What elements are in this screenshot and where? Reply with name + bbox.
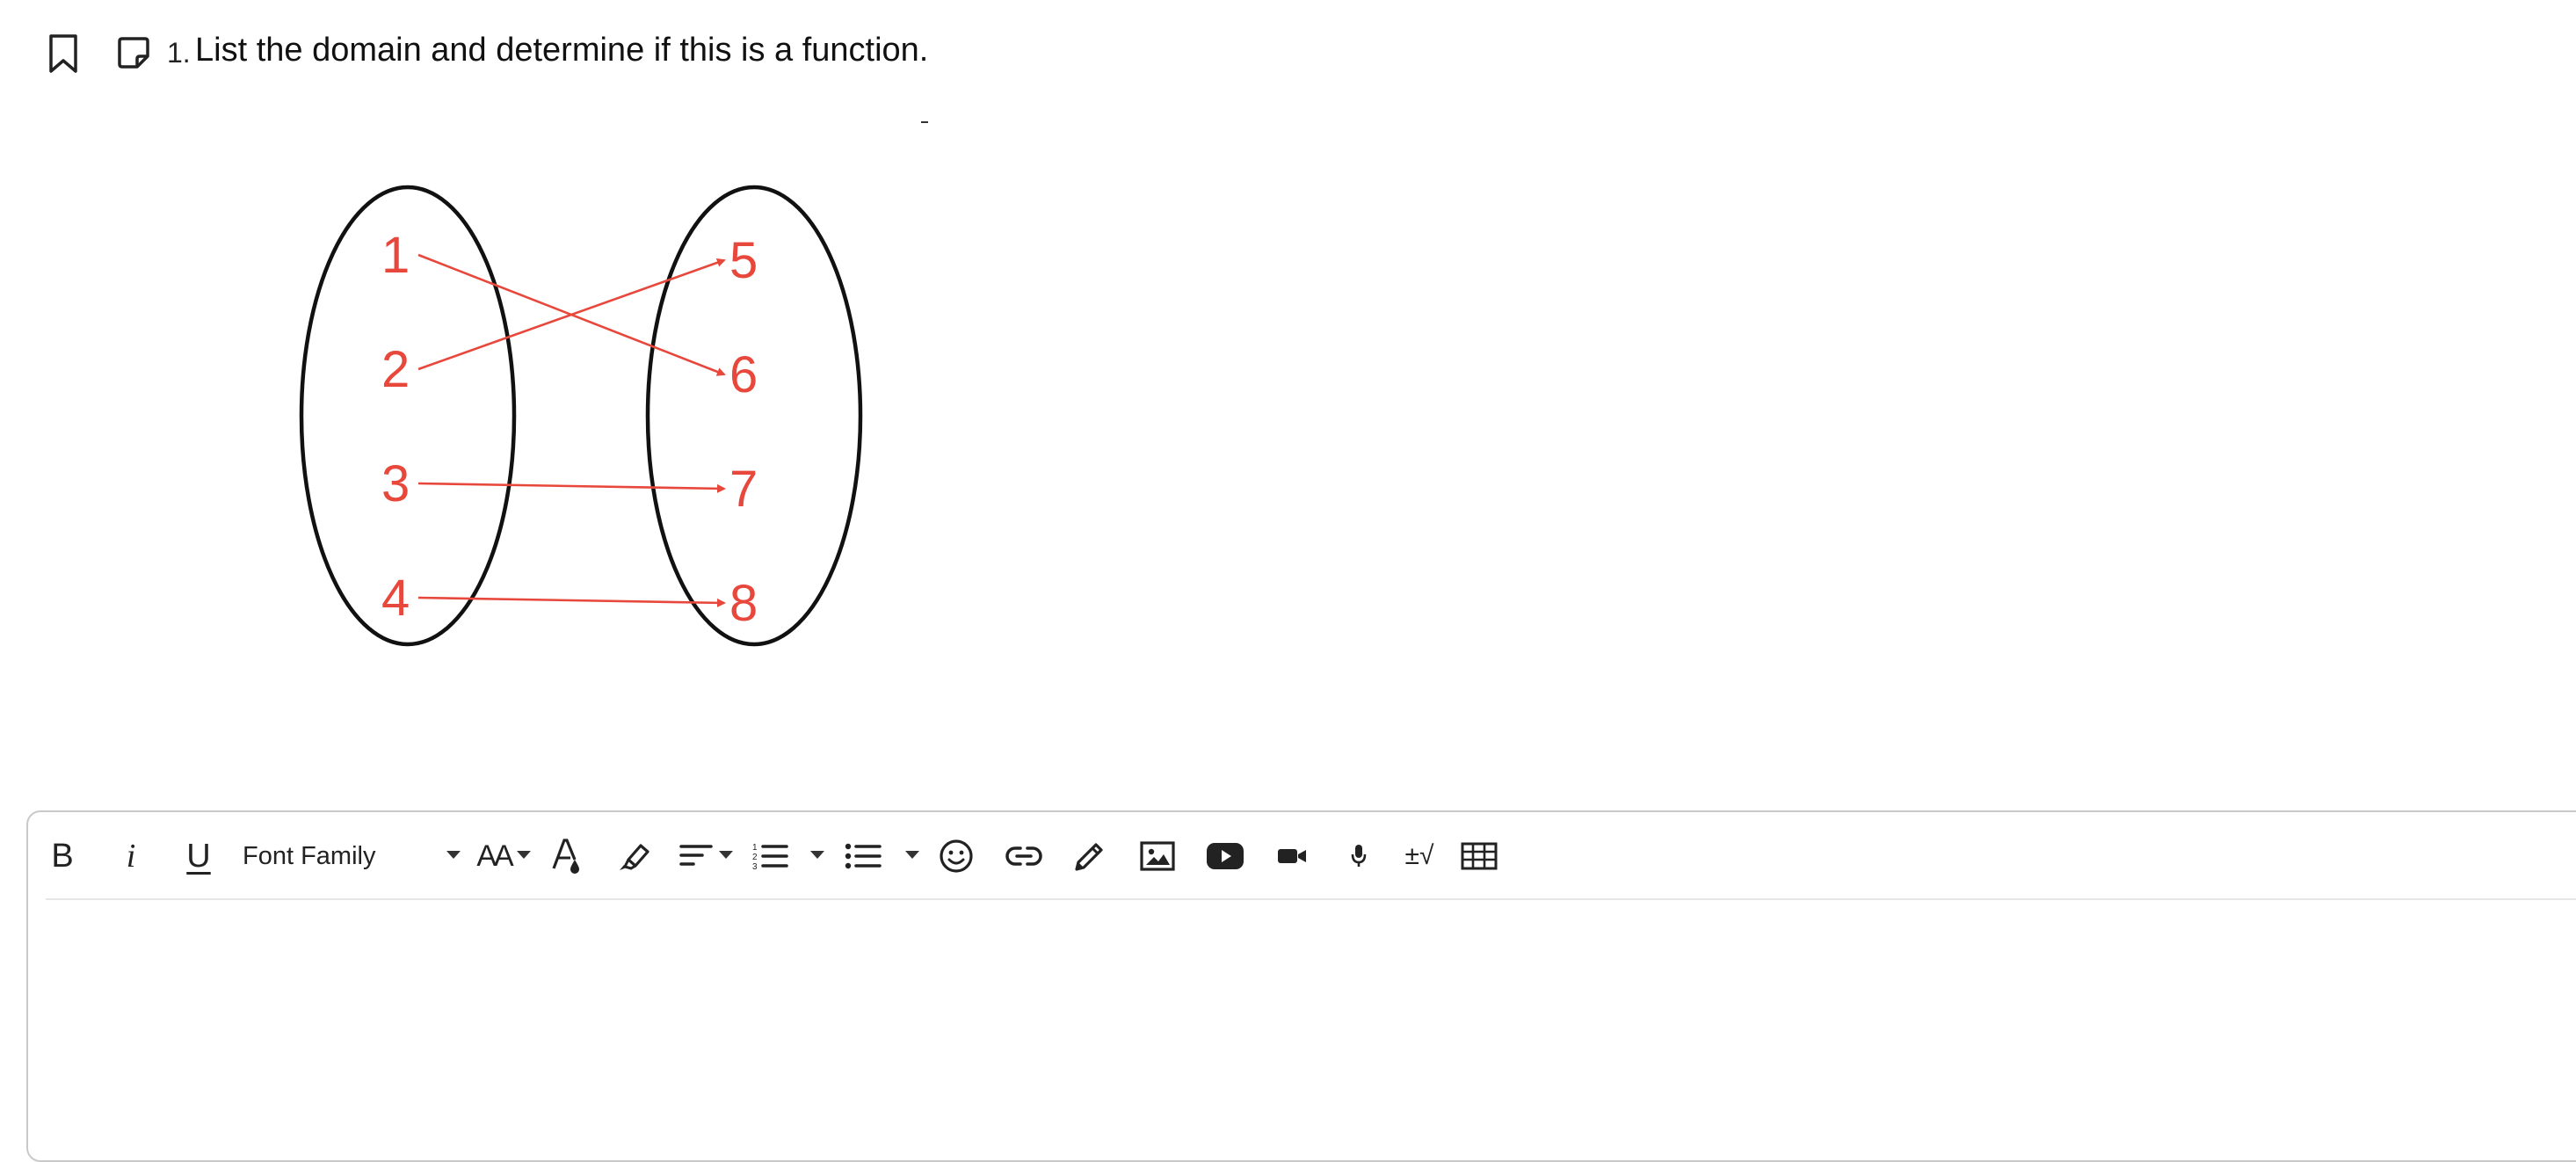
bookmark-icon[interactable] bbox=[46, 33, 81, 74]
insert-image-button[interactable] bbox=[1137, 835, 1178, 877]
underline-button[interactable]: U bbox=[181, 835, 216, 877]
toolbar-divider bbox=[46, 898, 2576, 900]
range-value-label: 5 bbox=[729, 232, 758, 289]
pencil-icon bbox=[1075, 843, 1103, 871]
font-size-chevron-down-icon[interactable] bbox=[517, 851, 531, 859]
numbered-list-chevron-down-icon[interactable] bbox=[810, 851, 824, 859]
math-equation-icon: ±√ bbox=[1404, 841, 1434, 870]
answer-editor: B i U Font Family AA 1 2 3 ±√ bbox=[26, 810, 2576, 1162]
svg-text:2: 2 bbox=[752, 853, 758, 862]
mapping-arrow bbox=[417, 596, 726, 607]
numbered-list-icon: 1 2 3 bbox=[752, 843, 788, 872]
question-number: 1. bbox=[167, 37, 191, 69]
bullet-list-chevron-down-icon[interactable] bbox=[905, 851, 919, 859]
question-header: 1. List the domain and determine if this… bbox=[0, 0, 2576, 105]
range-value-label: 6 bbox=[729, 346, 758, 403]
numbered-list-button[interactable]: 1 2 3 bbox=[751, 835, 789, 877]
mapping-arrow bbox=[417, 482, 726, 493]
range-value-label: 8 bbox=[729, 575, 758, 632]
svg-text:1: 1 bbox=[752, 843, 758, 853]
align-button[interactable] bbox=[678, 835, 714, 877]
font-color-button[interactable] bbox=[547, 835, 585, 877]
bold-button[interactable]: B bbox=[47, 835, 77, 877]
image-icon bbox=[1140, 841, 1175, 871]
table-icon bbox=[1461, 842, 1498, 870]
mapping-arrows bbox=[417, 253, 726, 607]
mapping-diagram: 1 2 3 4 5 6 7 8 bbox=[299, 185, 863, 647]
range-value-label: 7 bbox=[729, 461, 758, 518]
emoji-button[interactable] bbox=[937, 835, 976, 877]
insert-youtube-button[interactable] bbox=[1204, 835, 1246, 877]
italic-button[interactable]: i bbox=[118, 835, 144, 877]
align-chevron-down-icon[interactable] bbox=[719, 851, 733, 859]
math-equation-button[interactable]: ±√ bbox=[1396, 835, 1443, 877]
editor-toolbar: B i U Font Family AA 1 2 3 ±√ bbox=[28, 812, 2576, 898]
font-size-button[interactable]: AA bbox=[473, 835, 515, 877]
question-text: List the domain and determine if this is… bbox=[195, 32, 929, 69]
mapping-arrow bbox=[417, 258, 726, 371]
align-left-icon bbox=[679, 845, 713, 866]
font-family-select[interactable]: Font Family bbox=[243, 839, 375, 874]
highlight-button[interactable] bbox=[615, 835, 654, 877]
youtube-icon bbox=[1207, 843, 1244, 869]
video-camera-icon bbox=[1278, 849, 1306, 863]
record-video-button[interactable] bbox=[1273, 835, 1311, 877]
link-icon bbox=[1005, 846, 1042, 866]
insert-table-button[interactable] bbox=[1459, 835, 1499, 877]
microphone-icon bbox=[1351, 845, 1367, 867]
draw-button[interactable] bbox=[1070, 835, 1109, 877]
note-icon[interactable] bbox=[116, 35, 151, 70]
record-audio-button[interactable] bbox=[1341, 835, 1376, 877]
highlighter-icon bbox=[620, 844, 649, 870]
svg-text:3: 3 bbox=[752, 862, 758, 872]
bullet-list-icon bbox=[845, 843, 882, 869]
editor-content-area[interactable] bbox=[46, 902, 2576, 1157]
domain-value-label: 1 bbox=[381, 227, 410, 284]
emoji-icon bbox=[940, 839, 973, 873]
mapping-labels: 1 2 3 4 5 6 7 8 bbox=[381, 227, 758, 632]
domain-value-label: 3 bbox=[381, 455, 410, 512]
bullet-list-button[interactable] bbox=[844, 835, 882, 877]
link-button[interactable] bbox=[1004, 835, 1044, 877]
domain-value-label: 2 bbox=[381, 341, 410, 398]
font-size-icon: AA bbox=[476, 839, 513, 873]
domain-value-label: 4 bbox=[381, 570, 410, 627]
divider-mark bbox=[921, 121, 928, 123]
font-family-chevron-down-icon[interactable] bbox=[446, 851, 461, 859]
font-color-icon bbox=[552, 839, 579, 874]
